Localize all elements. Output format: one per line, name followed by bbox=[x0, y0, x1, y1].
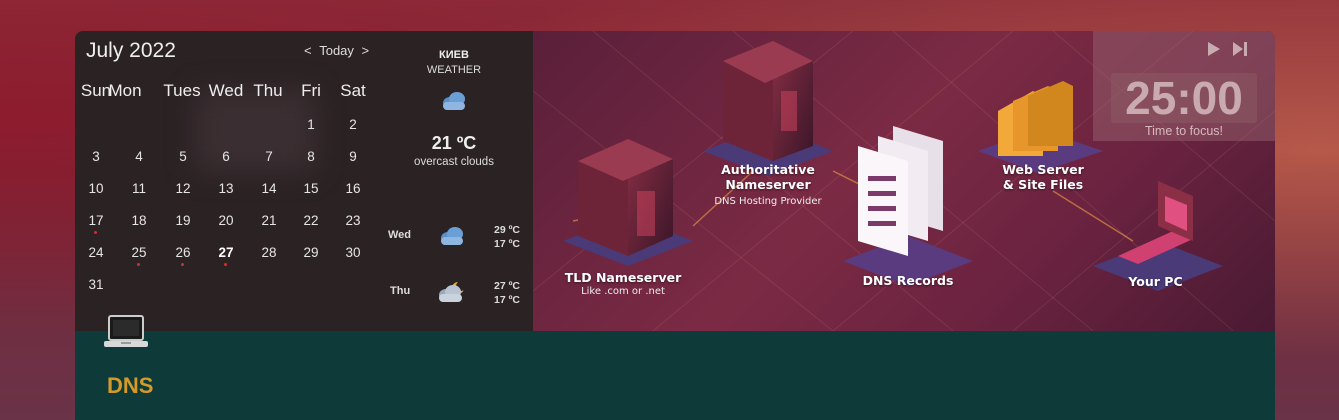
calendar-day[interactable]: 21 bbox=[249, 213, 289, 228]
day-number: 26 bbox=[175, 245, 191, 260]
page-card: July 2022 < Today > Sun Mon Tues Wed Thu… bbox=[75, 31, 1275, 420]
calendar-day[interactable]: 10 bbox=[76, 181, 116, 196]
weather-city: КИЕВ bbox=[439, 49, 469, 61]
calendar-nav: < Today > bbox=[304, 43, 369, 58]
cloud-icon bbox=[439, 89, 469, 117]
event-dot bbox=[181, 263, 184, 266]
calendar-day[interactable]: 18 bbox=[119, 213, 159, 228]
calendar-day[interactable]: 29 bbox=[291, 245, 331, 260]
calendar-day[interactable]: 6 bbox=[206, 149, 246, 164]
calendar-day[interactable]: 19 bbox=[163, 213, 203, 228]
calendar-day[interactable]: 14 bbox=[249, 181, 289, 196]
calendar-day[interactable]: 12 bbox=[163, 181, 203, 196]
calendar-day[interactable]: 8 bbox=[291, 149, 331, 164]
day-number: 25 bbox=[131, 245, 147, 260]
forecast-high: 27 ºC bbox=[493, 280, 520, 292]
timer-label: Time to focus! bbox=[1144, 124, 1224, 138]
calendar-day[interactable]: 3 bbox=[76, 149, 116, 164]
authoritative-sub-label: DNS Hosting Provider bbox=[714, 196, 822, 207]
calendar-day[interactable]: 4 bbox=[119, 149, 159, 164]
event-dot bbox=[224, 263, 227, 266]
skip-next-icon[interactable] bbox=[1231, 40, 1249, 62]
weekday-sat: Sat bbox=[340, 81, 366, 100]
calendar-day[interactable]: 5 bbox=[163, 149, 203, 164]
weekday-mon: Mon bbox=[108, 81, 142, 100]
event-dot bbox=[94, 231, 97, 234]
timer-display: 25:00 bbox=[1111, 73, 1257, 123]
calendar-day[interactable]: 16 bbox=[333, 181, 373, 196]
weekday-wed: Wed bbox=[208, 81, 244, 100]
calendar-day[interactable]: 31 bbox=[76, 277, 116, 292]
partly-cloudy-night-icon bbox=[436, 280, 468, 308]
calendar-day[interactable]: 13 bbox=[206, 181, 246, 196]
forecast-low: 17 ºC bbox=[493, 238, 520, 250]
calendar-day[interactable]: 2 bbox=[333, 117, 373, 132]
weekday-tues: Tues bbox=[163, 81, 201, 100]
authoritative-nameserver-label: Authoritative Nameserver bbox=[721, 162, 815, 192]
forecast-high: 29 ºC bbox=[493, 224, 520, 236]
cloud-icon bbox=[437, 224, 467, 252]
forecast-day: Thu bbox=[390, 285, 411, 297]
prev-month-button[interactable]: < bbox=[304, 43, 312, 58]
calendar-day[interactable]: 30 bbox=[333, 245, 373, 260]
calendar-day[interactable]: 23 bbox=[333, 213, 373, 228]
weather-temperature: 21 ºC bbox=[431, 133, 477, 153]
pomodoro-timer: 25:00 Time to focus! bbox=[1093, 31, 1275, 141]
calendar-day[interactable]: 24 bbox=[76, 245, 116, 260]
tld-sub-label: Like .com or .net bbox=[581, 286, 665, 297]
calendar-day[interactable]: 11 bbox=[119, 181, 159, 196]
calendar-weather-panel: July 2022 < Today > Sun Mon Tues Wed Thu… bbox=[75, 31, 533, 331]
calendar-month-title: July 2022 bbox=[86, 39, 176, 62]
calendar-day[interactable]: 9 bbox=[333, 149, 373, 164]
calendar-day[interactable]: 15 bbox=[291, 181, 331, 196]
today-button[interactable]: Today bbox=[319, 43, 354, 58]
day-number: 17 bbox=[88, 213, 104, 228]
weather-subtitle: WEATHER bbox=[426, 64, 482, 76]
calendar-day-today[interactable]: 27 bbox=[206, 245, 246, 266]
tld-nameserver-label: TLD Nameserver bbox=[564, 270, 682, 285]
note-section: DNS bbox=[75, 331, 1275, 420]
day-number: 27 bbox=[218, 245, 234, 260]
laptop-icon bbox=[103, 314, 149, 354]
forecast-low: 17 ºC bbox=[493, 294, 520, 306]
event-dot bbox=[137, 263, 140, 266]
calendar-day[interactable]: 7 bbox=[249, 149, 289, 164]
page-title: DNS bbox=[107, 373, 154, 398]
dns-records-label: DNS Records bbox=[862, 273, 954, 288]
play-icon[interactable] bbox=[1206, 40, 1222, 62]
weather-description: overcast clouds bbox=[414, 156, 494, 168]
calendar-day[interactable]: 20 bbox=[206, 213, 246, 228]
forecast-day: Wed bbox=[388, 229, 412, 241]
weekday-fri: Fri bbox=[301, 81, 321, 100]
calendar-day-with-event[interactable]: 26 bbox=[163, 245, 203, 266]
calendar-day[interactable]: 1 bbox=[291, 117, 331, 132]
your-pc-label: Your PC bbox=[1128, 274, 1183, 289]
calendar-day-with-event[interactable]: 17 bbox=[76, 213, 116, 234]
calendar-day-with-event[interactable]: 25 bbox=[119, 245, 159, 266]
calendar-day[interactable]: 28 bbox=[249, 245, 289, 260]
web-server-label: Web Server & Site Files bbox=[1002, 162, 1084, 192]
next-month-button[interactable]: > bbox=[362, 43, 370, 58]
weekday-thu: Thu bbox=[253, 81, 283, 100]
calendar-day[interactable]: 22 bbox=[291, 213, 331, 228]
